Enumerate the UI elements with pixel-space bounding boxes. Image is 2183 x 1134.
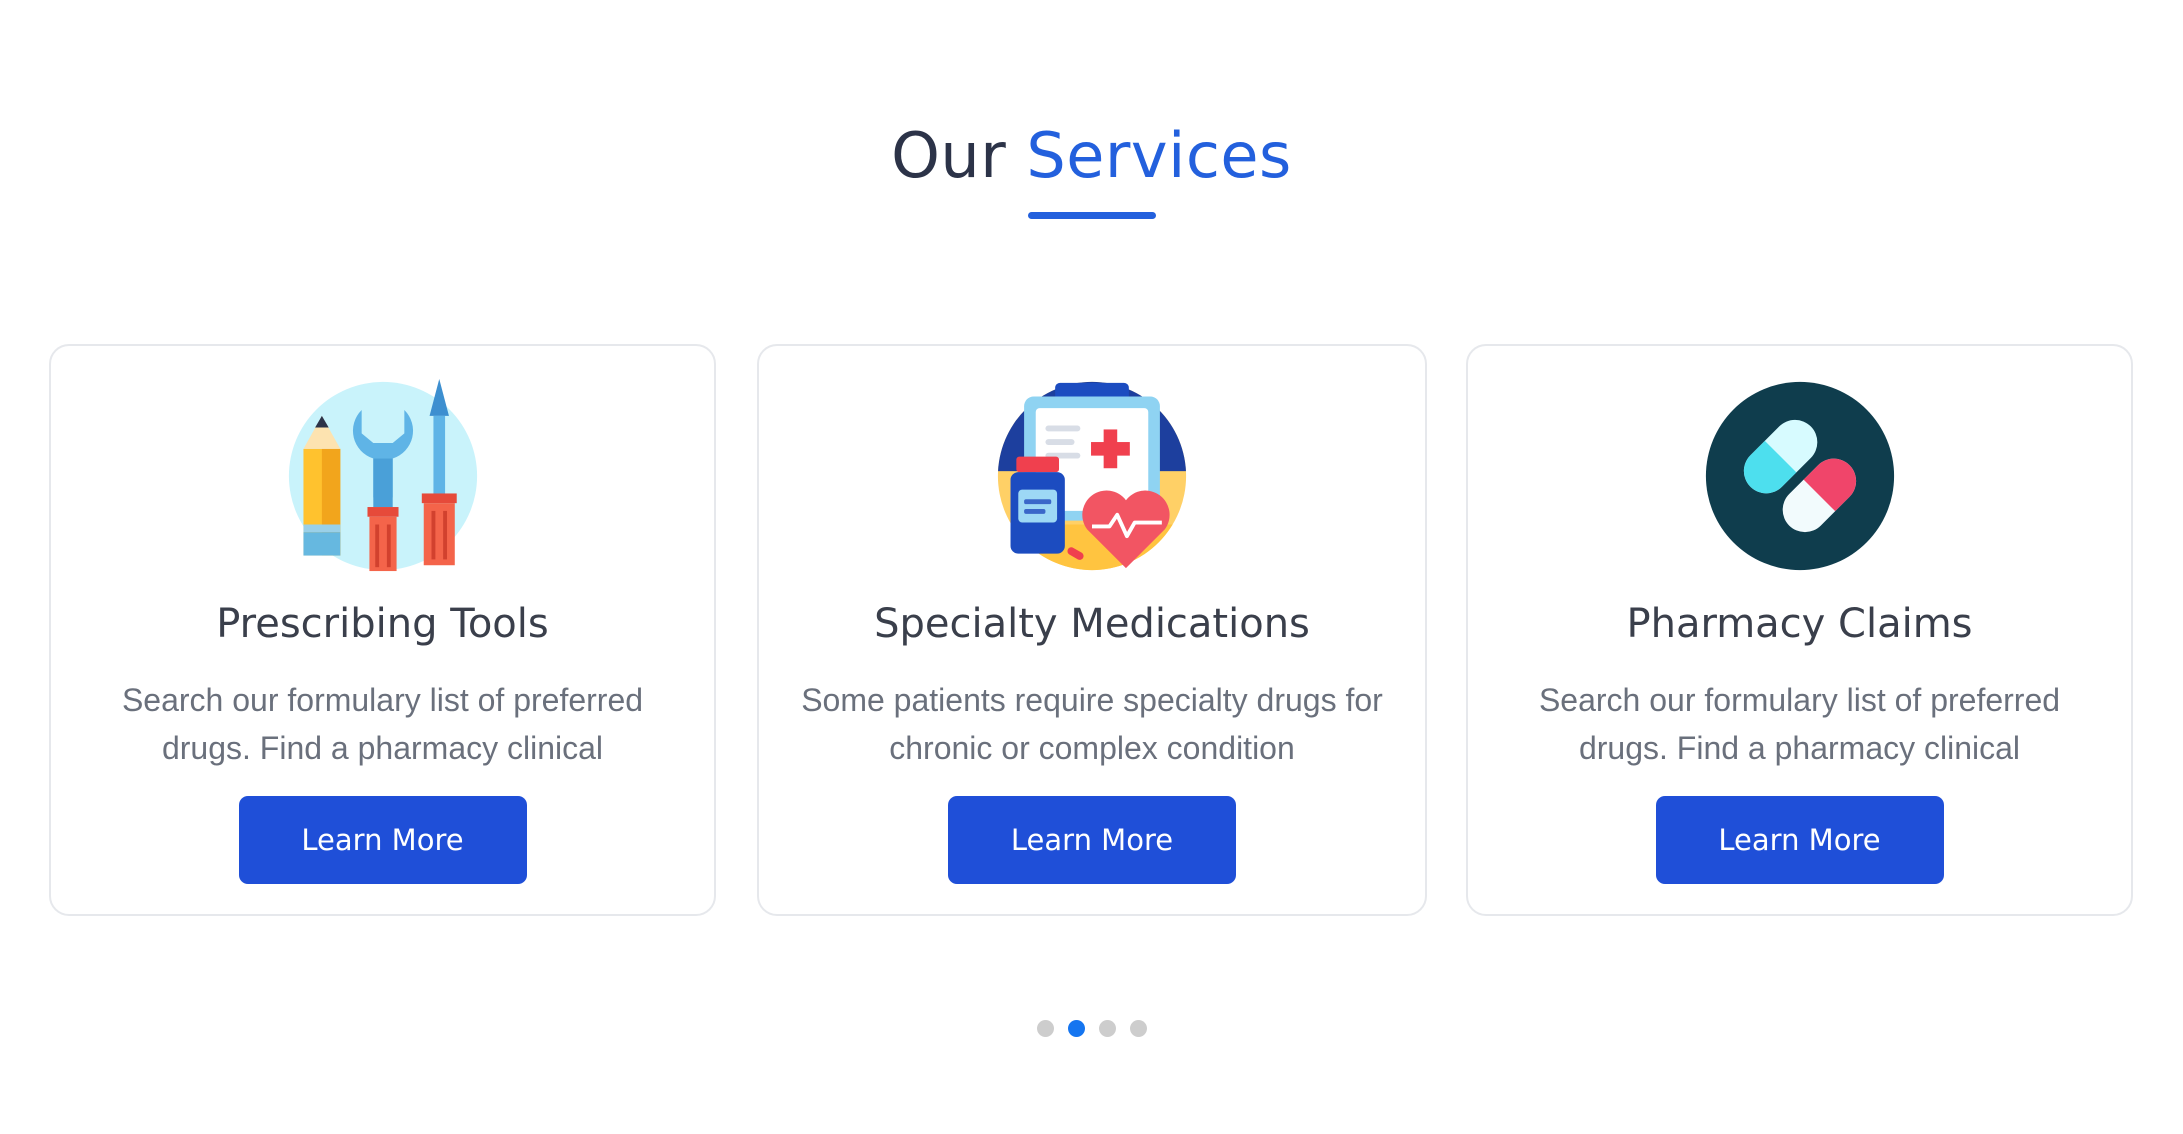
learn-more-button[interactable]: Learn More [948,796,1236,884]
card-description: Some patients require specialty drugs fo… [801,682,1383,766]
service-card-prescribing-tools: Prescribing Tools Search our formulary l… [49,344,716,916]
pagination-dot-3[interactable] [1098,1020,1116,1037]
learn-more-button[interactable]: Learn More [238,796,527,884]
card-title: Pharmacy Claims [1626,601,1973,647]
pills-icon [1703,379,1897,573]
card-title: Specialty Medications [874,601,1310,647]
pagination-dot-4[interactable] [1129,1020,1147,1037]
carousel-pagination [0,1020,2183,1037]
card-title: Prescribing Tools [216,601,549,647]
service-card-pharmacy-claims: Pharmacy Claims Search our formulary lis… [1466,344,2133,916]
medical-kit-icon [995,379,1189,573]
learn-more-button[interactable]: Learn More [1655,796,1944,884]
card-description: Search our formulary list of preferred d… [121,682,644,766]
pagination-dot-2[interactable] [1067,1020,1085,1037]
tools-icon [286,379,480,573]
card-description: Search our formulary list of preferred d… [1538,682,2061,766]
pagination-dot-1[interactable] [1036,1020,1054,1037]
service-card-specialty-medications: Specialty Medications Some patients requ… [757,344,1427,916]
services-carousel: Prescribing Tools Search our formulary l… [0,0,2183,1134]
